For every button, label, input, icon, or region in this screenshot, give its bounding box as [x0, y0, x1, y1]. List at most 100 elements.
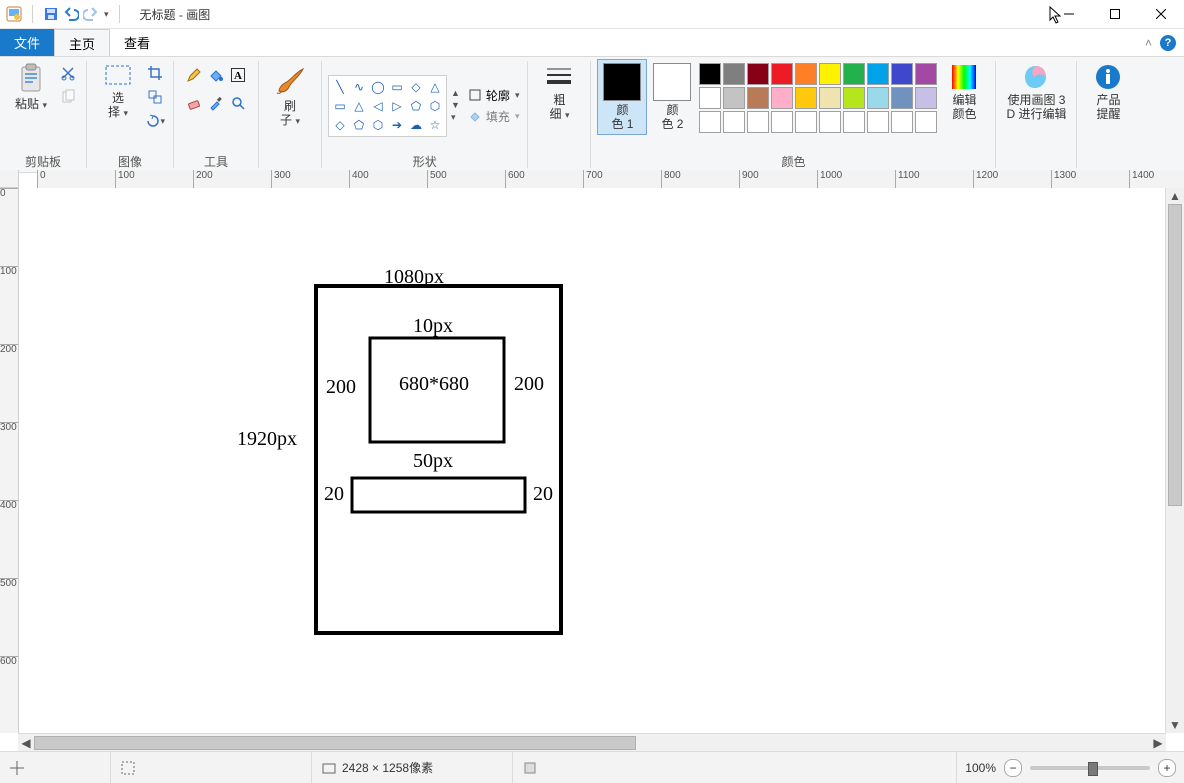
palette-color[interactable] [819, 87, 841, 109]
palette-color[interactable] [747, 87, 769, 109]
brush-button[interactable]: 刷 子 ▾ [265, 59, 315, 128]
scroll-thumb[interactable] [34, 736, 636, 750]
ruler-tick: 400 [349, 170, 369, 188]
palette-color[interactable] [891, 63, 913, 85]
crop-icon[interactable] [145, 63, 165, 83]
ruler-tick: 1300 [1051, 170, 1076, 188]
pencil-icon[interactable] [184, 65, 204, 85]
shapes-more-icon[interactable]: ▾ [451, 112, 460, 123]
cut-icon[interactable] [58, 63, 78, 83]
group-image: 选 择 ▾ ▾ 图像 [87, 57, 173, 172]
save-icon[interactable] [43, 6, 59, 22]
selection-icon [121, 761, 135, 775]
color2-button[interactable]: 颜 色 2 [647, 59, 697, 131]
palette-color[interactable] [795, 111, 817, 133]
canvas[interactable]: 1080px 1920px 10px 680*680 200 200 50px … [19, 188, 1165, 733]
palette-color[interactable] [723, 63, 745, 85]
ruler-tick: 300 [0, 422, 18, 433]
status-zoom: 100% − + [957, 759, 1184, 777]
scroll-left-icon[interactable]: ◀ [18, 734, 34, 752]
fill-icon[interactable] [206, 65, 226, 85]
shapes-up-icon[interactable]: ▲ [451, 88, 460, 98]
palette-color[interactable] [819, 63, 841, 85]
close-button[interactable] [1138, 0, 1184, 28]
palette-color[interactable] [915, 63, 937, 85]
ruler-tick: 0 [0, 188, 18, 199]
palette-row [699, 63, 937, 85]
palette-color[interactable] [747, 111, 769, 133]
shapes-down-icon[interactable]: ▼ [451, 100, 460, 110]
scroll-right-icon[interactable]: ▶ [1150, 734, 1166, 752]
group-tools: A 工具 [174, 57, 258, 172]
label-200-left: 200 [326, 376, 356, 399]
zoom-in-button[interactable]: + [1158, 759, 1176, 777]
shape-fill-button[interactable]: 填充▾ [468, 108, 520, 125]
vertical-scrollbar[interactable]: ▲ ▼ [1165, 188, 1184, 733]
palette-color[interactable] [699, 87, 721, 109]
ruler-tick: 100 [0, 266, 18, 277]
palette-color[interactable] [843, 87, 865, 109]
magnifier-icon[interactable] [228, 93, 248, 113]
product-alert-button[interactable]: 产品 提醒 [1083, 59, 1133, 121]
horizontal-scrollbar[interactable]: ◀ ▶ [18, 733, 1166, 752]
palette-color[interactable] [723, 111, 745, 133]
shapes-gallery[interactable]: ╲∿◯▭◇△ ▭△◁▷⬠⬡ ◇⬠⬡➔☁☆ [328, 75, 447, 137]
ql-more-icon[interactable]: ▾ [104, 9, 109, 20]
palette-color[interactable] [891, 87, 913, 109]
text-icon[interactable]: A [228, 65, 248, 85]
thickness-button[interactable]: 粗 细 ▾ [534, 59, 584, 122]
copy-icon[interactable] [58, 87, 78, 107]
palette-color[interactable] [795, 63, 817, 85]
help-icon[interactable]: ? [1160, 35, 1176, 51]
palette-color[interactable] [915, 111, 937, 133]
palette-color[interactable] [771, 87, 793, 109]
palette-color[interactable] [819, 111, 841, 133]
tab-home[interactable]: 主页 [54, 29, 110, 56]
palette-color[interactable] [699, 111, 721, 133]
resize-icon[interactable] [145, 87, 165, 107]
group-shapes: ╲∿◯▭◇△ ▭△◁▷⬠⬡ ◇⬠⬡➔☁☆ ▲ ▼ ▾ 轮廓▾ 填充▾ 形状 [322, 57, 527, 172]
scroll-up-icon[interactable]: ▲ [1166, 188, 1184, 204]
tab-view[interactable]: 查看 [110, 29, 164, 56]
palette-color[interactable] [891, 111, 913, 133]
undo-icon[interactable] [63, 6, 79, 22]
scroll-down-icon[interactable]: ▼ [1166, 717, 1184, 733]
group-product-alert: 产品 提醒 [1077, 57, 1139, 172]
zoom-out-button[interactable]: − [1004, 759, 1022, 777]
eyedropper-icon[interactable] [206, 93, 226, 113]
paint3d-button[interactable]: 使用画图 3 D 进行编辑 [1002, 59, 1070, 121]
palette-color[interactable] [795, 87, 817, 109]
palette-color[interactable] [747, 63, 769, 85]
paste-button[interactable]: 粘贴 ▾ [6, 59, 56, 112]
minimize-button[interactable] [1046, 0, 1092, 28]
redo-icon[interactable] [83, 6, 99, 22]
ruler-tick: 1100 [895, 170, 920, 188]
palette-color[interactable] [723, 87, 745, 109]
eraser-icon[interactable] [184, 93, 204, 113]
color1-button[interactable]: 颜 色 1 [597, 59, 647, 135]
ribbon: 粘贴 ▾ 剪贴板 选 择 ▾ ▾ 图像 [0, 56, 1184, 173]
quick-launch: ▾ [0, 5, 132, 23]
ruler-tick: 400 [0, 500, 18, 511]
palette-color[interactable] [915, 87, 937, 109]
palette-color[interactable] [771, 111, 793, 133]
rotate-icon[interactable]: ▾ [145, 111, 165, 131]
palette-color[interactable] [867, 63, 889, 85]
tab-file[interactable]: 文件 [0, 29, 54, 56]
palette-color[interactable] [867, 87, 889, 109]
scroll-thumb[interactable] [1168, 204, 1182, 506]
palette-color[interactable] [699, 63, 721, 85]
edit-colors-button[interactable]: 编辑 颜色 [939, 59, 989, 121]
collapse-ribbon-icon[interactable]: ˄ [1145, 36, 1152, 50]
palette-color[interactable] [843, 63, 865, 85]
zoom-value: 100% [965, 761, 996, 775]
palette-color[interactable] [771, 63, 793, 85]
status-size: 2428 × 1258像素 [312, 752, 513, 783]
crosshair-icon [10, 761, 24, 775]
palette-color[interactable] [867, 111, 889, 133]
maximize-button[interactable] [1092, 0, 1138, 28]
zoom-slider[interactable] [1030, 766, 1150, 770]
palette-color[interactable] [843, 111, 865, 133]
shape-outline-button[interactable]: 轮廓▾ [468, 87, 520, 104]
select-button[interactable]: 选 择 ▾ [93, 59, 143, 120]
